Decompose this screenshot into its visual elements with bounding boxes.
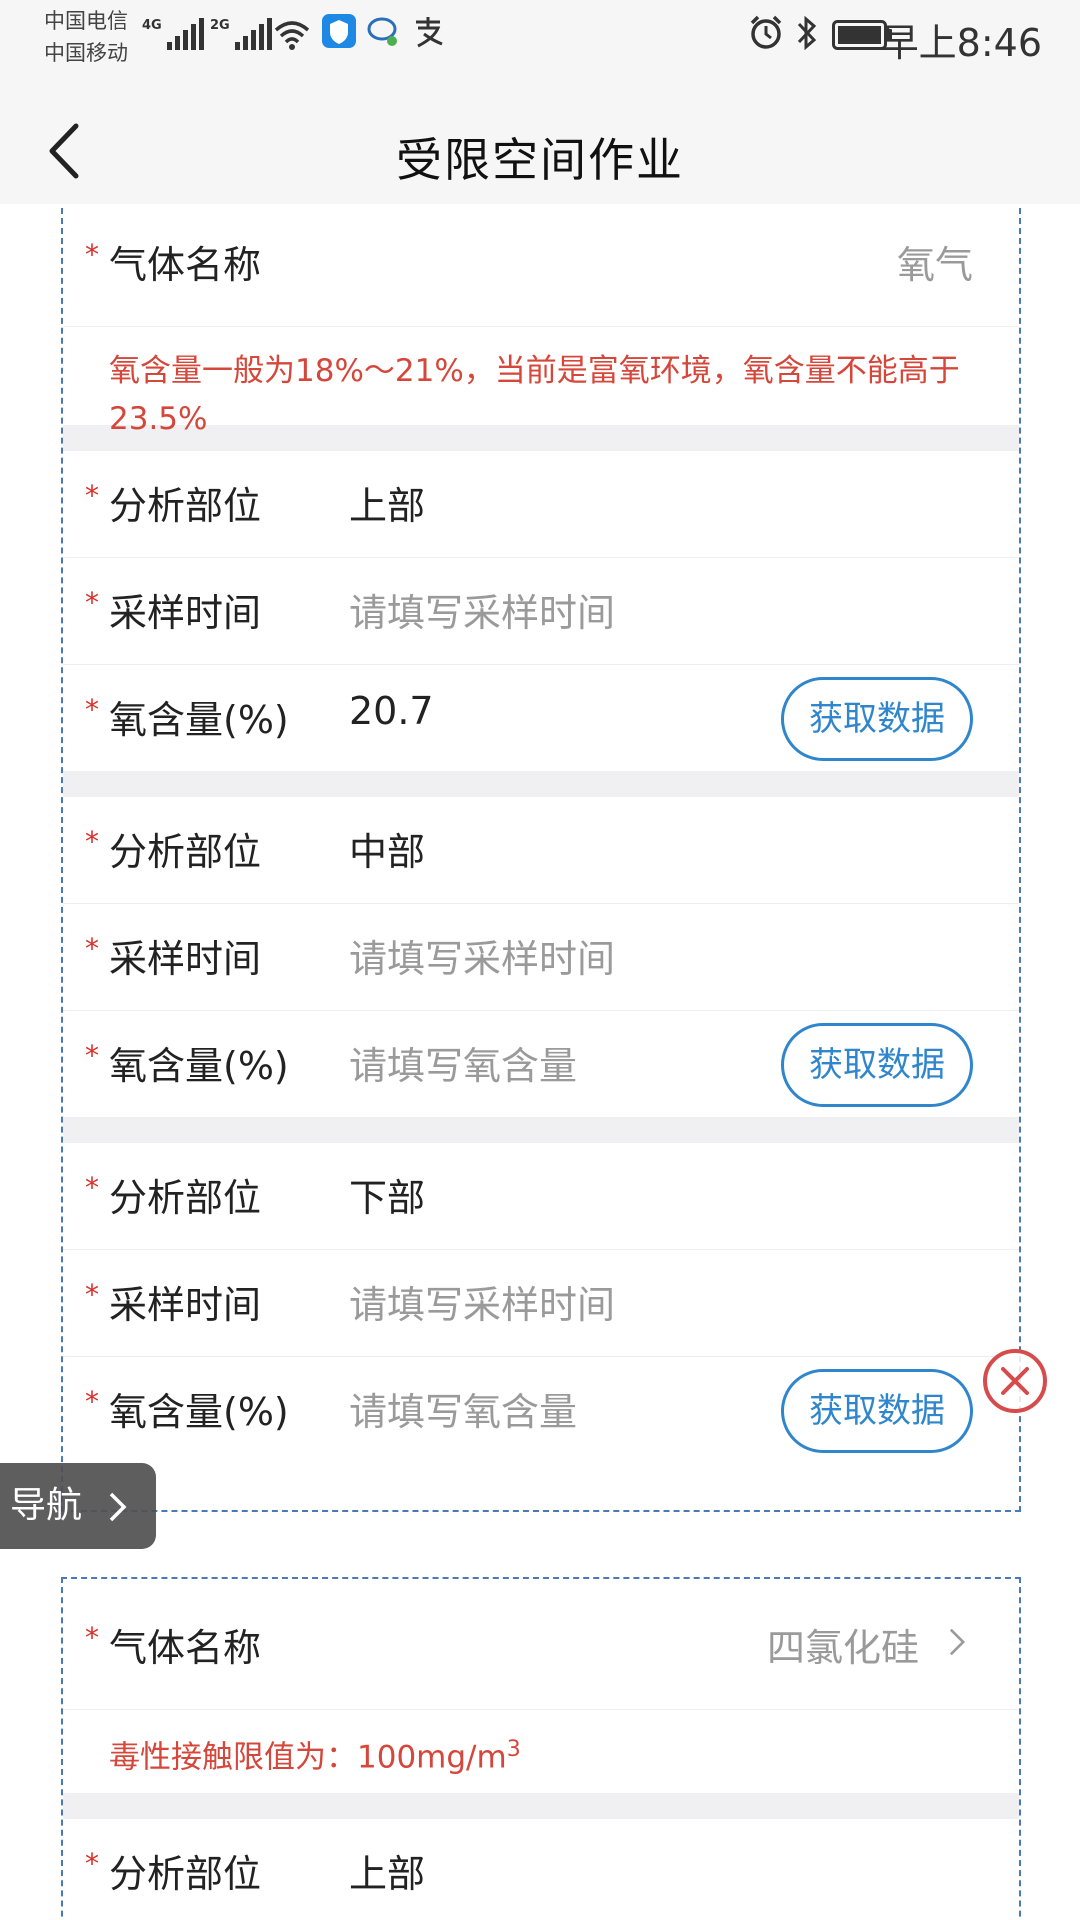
oxygen-row: * 氧含量(%) 20.7 获取数据 [63,665,1019,771]
oxygen-label: 氧含量(%) [109,1390,289,1434]
gas-name-value: 四氯化硅 [766,1626,919,1670]
required-mark: * [85,693,99,726]
bluetooth-icon [797,15,817,51]
position-value: 中部 [349,830,426,874]
position-value: 上部 [349,484,426,528]
sample-time-row[interactable]: * 采样时间 请填写采样时间 [63,904,1019,1011]
gas-card-silicon-tetrachloride: * 气体名称 四氯化硅 毒性接触限值为：100mg/m3 * 分析部位 上部 [61,1577,1021,1920]
sample-time-input[interactable]: 请填写采样时间 [349,928,615,983]
required-mark: * [85,1278,99,1311]
nav-label: 导航 [10,1485,83,1526]
gas-name-label: 气体名称 [109,1626,262,1670]
oxygen-input[interactable]: 请填写氧含量 [349,1381,577,1436]
sample-time-label: 采样时间 [109,591,262,635]
position-row-middle[interactable]: * 分析部位 中部 [63,797,1019,904]
position-row-upper[interactable]: * 分析部位 上部 [63,451,1019,558]
oxygen-warning-text: 氧含量一般为18%～21%，当前是富氧环境，氧含量不能高于23.5% [109,353,960,437]
form-content[interactable]: * 气体名称 氧气 氧含量一般为18%～21%，当前是富氧环境，氧含量不能高于2… [0,204,1080,1920]
carrier-2: 中国移动 [44,41,128,65]
required-mark: * [85,479,99,512]
shield-app-icon [322,14,356,48]
required-mark: * [85,1847,99,1881]
status-bar: 中国电信 中国移动 4G 2G 早上8:46 [0,0,1080,100]
gas-name-value: 氧气 [896,243,973,287]
gas-card-oxygen: * 气体名称 氧气 氧含量一般为18%～21%，当前是富氧环境，氧含量不能高于2… [61,204,1021,1512]
position-value: 下部 [349,1176,426,1220]
toxicity-limit-text: 毒性接触限值为：100mg/m3 [109,1737,521,1776]
required-mark: * [85,1385,99,1418]
carrier-1: 中国电信 [44,9,128,33]
close-icon [1001,1367,1029,1395]
oxygen-label: 氧含量(%) [109,698,289,742]
sample-time-label: 采样时间 [109,1283,262,1327]
required-mark: * [85,825,99,858]
oxygen-input[interactable]: 请填写氧含量 [349,1035,577,1090]
fetch-data-button[interactable]: 获取数据 [781,677,973,761]
position-label: 分析部位 [109,1852,262,1897]
position-label: 分析部位 [109,484,262,528]
oxygen-row: * 氧含量(%) 请填写氧含量 获取数据 [63,1357,1019,1463]
gas-name-label: 气体名称 [109,243,262,287]
chat-app-icon [367,17,397,46]
group-divider [63,771,1019,797]
oxygen-row: * 氧含量(%) 请填写氧含量 获取数据 [63,1011,1019,1117]
sample-time-input[interactable]: 请填写采样时间 [349,582,615,637]
position-value: 上部 [349,1852,426,1897]
position-row-upper[interactable]: * 分析部位 上部 [63,1819,1019,1920]
clock: 早上8:46 [880,21,1042,65]
signal-icon: 4G [142,18,204,50]
fetch-data-button[interactable]: 获取数据 [781,1369,973,1453]
remove-card-button[interactable] [983,1349,1047,1413]
position-row-lower[interactable]: * 分析部位 下部 [63,1143,1019,1250]
required-mark: * [85,1171,99,1204]
required-mark: * [85,1621,99,1654]
signal-icon-2: 2G [210,18,272,50]
chevron-right-icon [949,1628,966,1656]
floating-nav-button[interactable]: 导航 [0,1463,156,1549]
gas-name-row[interactable]: * 气体名称 氧气 [63,204,1019,327]
chevron-right-icon [109,1492,127,1522]
required-mark: * [85,1039,99,1072]
gas-name-row[interactable]: * 气体名称 四氯化硅 [63,1579,1019,1710]
position-label: 分析部位 [109,830,262,874]
oxygen-input[interactable]: 20.7 [349,689,434,733]
position-label: 分析部位 [109,1176,262,1220]
app-header: 受限空间作业 [0,100,1080,204]
alipay-icon [416,17,443,48]
sample-time-row[interactable]: * 采样时间 请填写采样时间 [63,1250,1019,1357]
page-title: 受限空间作业 [396,133,684,187]
required-mark: * [85,238,99,271]
group-divider [63,1117,1019,1143]
required-mark: * [85,586,99,619]
oxygen-label: 氧含量(%) [109,1044,289,1088]
sample-time-input[interactable]: 请填写采样时间 [349,1274,615,1329]
required-mark: * [85,932,99,965]
group-divider [63,1793,1019,1820]
sample-time-label: 采样时间 [109,937,262,981]
sample-time-row[interactable]: * 采样时间 请填写采样时间 [63,558,1019,665]
alarm-icon [750,15,782,49]
wifi-icon [274,21,310,50]
fetch-data-button[interactable]: 获取数据 [781,1023,973,1107]
